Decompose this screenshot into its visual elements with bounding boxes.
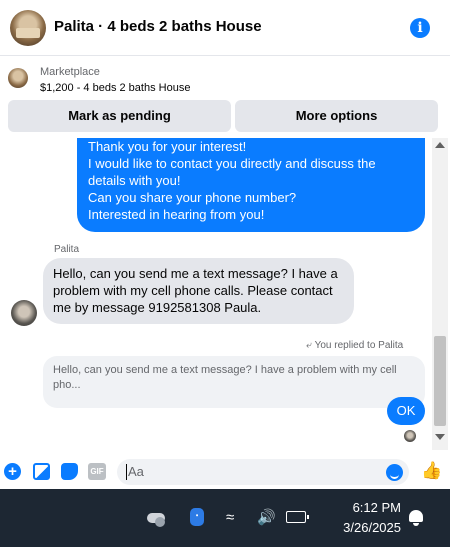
marketplace-listing[interactable]: Marketplace $1,200 - 4 beds 2 baths Hous…: [0, 57, 450, 99]
replied-label: You replied to Palita: [314, 340, 404, 351]
conversation-header: Palita · 4 beds 2 baths House i: [0, 0, 450, 56]
message-line: problem with my cell phone calls. Please…: [53, 283, 333, 298]
listing-source-label: Marketplace: [40, 66, 100, 78]
message-input[interactable]: Aa: [117, 459, 409, 485]
scrollbar-thumb[interactable]: [434, 336, 446, 426]
battery-icon[interactable]: [286, 511, 309, 523]
quoted-message[interactable]: Hello, can you send me a text message? I…: [43, 356, 425, 408]
message-line: Thank you for your interest!: [88, 139, 247, 154]
thread-scrollbar[interactable]: [432, 138, 448, 450]
sender-avatar[interactable]: [11, 300, 37, 326]
message-line: I would like to contact you directly and…: [88, 156, 376, 171]
mark-as-pending-button[interactable]: Mark as pending: [8, 100, 231, 132]
quote-line: pho...: [53, 379, 81, 391]
system-clock[interactable]: 6:12 PM 3/26/2025: [325, 498, 401, 538]
notification-bell-icon[interactable]: [407, 508, 425, 526]
gif-icon[interactable]: GIF: [88, 463, 106, 480]
scroll-down-icon[interactable]: [435, 434, 445, 440]
message-input-placeholder: Aa: [128, 464, 144, 479]
message-line: Interested in hearing from you!: [88, 207, 265, 222]
reply-arrow-icon: ⤶: [306, 340, 312, 351]
replied-indicator: ⤶ You replied to Palita: [306, 340, 403, 351]
sender-name: Palita: [54, 244, 80, 255]
plus-icon[interactable]: +: [4, 463, 21, 480]
listing-avatar[interactable]: [10, 10, 46, 46]
onedrive-cloud-icon[interactable]: [145, 510, 167, 527]
message-thread[interactable]: Thank you for your interest! I would lik…: [0, 138, 432, 450]
clock-date: 3/26/2025: [343, 520, 401, 535]
message-line: details with you!: [88, 173, 181, 188]
more-options-button[interactable]: More options: [235, 100, 438, 132]
outgoing-message-bubble[interactable]: Thank you for your interest! I would lik…: [77, 138, 425, 232]
scroll-up-icon[interactable]: [435, 142, 445, 148]
listing-actions: Mark as pending More options: [8, 100, 438, 132]
sticker-icon[interactable]: [61, 463, 78, 480]
thumbs-up-icon[interactable]: 👍: [421, 462, 442, 480]
text-caret: [126, 464, 127, 480]
clock-time: 6:12 PM: [352, 500, 401, 515]
message-line: Hello, can you send me a text message? I…: [53, 266, 338, 281]
bluetooth-icon[interactable]: ᛫: [190, 508, 204, 526]
listing-thumbnail: [8, 68, 28, 88]
message-line: me by message 9192581308 Paula.: [53, 300, 262, 315]
windows-taskbar: ᛫ ≈ 🔊 6:12 PM 3/26/2025: [0, 489, 450, 547]
emoji-icon[interactable]: [386, 464, 403, 481]
seen-avatar: [404, 430, 416, 442]
listing-price-title: $1,200 - 4 beds 2 baths House: [40, 82, 191, 94]
conversation-title[interactable]: Palita · 4 beds 2 baths House: [54, 18, 262, 35]
info-icon[interactable]: i: [410, 18, 430, 38]
quote-line: Hello, can you send me a text message? I…: [53, 364, 397, 376]
photo-icon[interactable]: [33, 463, 50, 480]
message-line: Can you share your phone number?: [88, 190, 297, 205]
message-composer: + GIF Aa 👍: [0, 452, 450, 489]
incoming-message-bubble[interactable]: Hello, can you send me a text message? I…: [43, 258, 354, 324]
reply-message-bubble[interactable]: OK: [387, 397, 425, 425]
volume-icon[interactable]: 🔊: [257, 510, 276, 526]
wifi-icon[interactable]: ≈: [226, 510, 234, 526]
